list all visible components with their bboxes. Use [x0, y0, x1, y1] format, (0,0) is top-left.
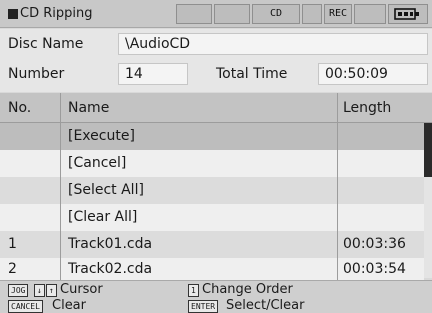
select-clear-hint: Select/Clear — [226, 298, 305, 313]
column-divider — [60, 93, 61, 123]
total-time-field: 00:50:09 — [318, 63, 428, 85]
column-divider — [337, 177, 338, 204]
column-divider — [337, 231, 338, 258]
row-name: Track01.cda — [68, 236, 153, 252]
row-length: 00:03:36 — [343, 236, 406, 252]
column-divider — [60, 258, 61, 280]
disc-info-panel: Disc Name \AudioCD Number 14 Total Time … — [0, 29, 432, 92]
status-segment-4 — [354, 4, 386, 24]
cd-indicator: CD — [252, 4, 300, 24]
total-time-label: Total Time — [216, 66, 288, 82]
column-header-length: Length — [343, 100, 392, 116]
column-divider — [60, 204, 61, 231]
clear-hint: Clear — [52, 298, 86, 313]
cursor-hint: Cursor — [60, 282, 103, 297]
cancel-key: CANCEL — [8, 300, 43, 313]
list-item-execute[interactable]: [Execute] — [0, 123, 424, 150]
change-order-hint: Change Order — [202, 282, 293, 297]
list-item-select-all[interactable]: [Select All] — [0, 177, 424, 204]
list-item-track[interactable]: 1 Track01.cda 00:03:36 — [0, 231, 424, 258]
one-key: 1 — [188, 284, 199, 297]
battery-icon — [388, 4, 428, 24]
column-divider — [337, 258, 338, 280]
column-divider — [60, 123, 61, 150]
status-segment-2 — [214, 4, 250, 24]
list-item-track[interactable]: 2 Track02.cda 00:03:54 — [0, 258, 424, 280]
track-count-field: 14 — [118, 63, 188, 85]
row-name: [Cancel] — [68, 155, 127, 171]
arrow-up-key: ↑ — [46, 284, 57, 297]
column-divider — [60, 150, 61, 177]
status-segment-1 — [176, 4, 212, 24]
window-icon — [8, 9, 18, 19]
disc-name-field[interactable]: \AudioCD — [118, 33, 428, 55]
scrollbar-thumb[interactable] — [424, 123, 432, 177]
row-name: Track02.cda — [68, 261, 153, 277]
status-segment-3 — [302, 4, 322, 24]
title-bar: CD Ripping CD REC — [0, 0, 432, 28]
column-divider — [337, 204, 338, 231]
number-label: Number — [8, 66, 65, 82]
list-item-cancel[interactable]: [Cancel] — [0, 150, 424, 177]
column-divider — [337, 93, 338, 123]
column-divider — [60, 231, 61, 258]
rec-indicator: REC — [324, 4, 352, 24]
column-divider — [337, 123, 338, 150]
enter-key: ENTER — [188, 300, 219, 313]
key-guide-bar: JOG ↓ ↑ Cursor 1 Change Order CANCEL Cle… — [0, 280, 432, 313]
row-number: 2 — [8, 261, 17, 277]
column-divider — [337, 150, 338, 177]
column-header-no: No. — [8, 100, 32, 116]
disc-name-label: Disc Name — [8, 36, 84, 52]
list-item-clear-all[interactable]: [Clear All] — [0, 204, 424, 231]
column-header-name: Name — [68, 100, 110, 116]
list-header: No. Name Length — [0, 93, 432, 123]
row-name: [Clear All] — [68, 209, 138, 225]
arrow-down-key: ↓ — [34, 284, 45, 297]
row-length: 00:03:54 — [343, 261, 406, 277]
row-name: [Execute] — [68, 128, 135, 144]
column-divider — [60, 177, 61, 204]
jog-key: JOG — [8, 284, 29, 297]
window-title: CD Ripping — [20, 6, 93, 21]
row-number: 1 — [8, 236, 17, 252]
row-name: [Select All] — [68, 182, 144, 198]
